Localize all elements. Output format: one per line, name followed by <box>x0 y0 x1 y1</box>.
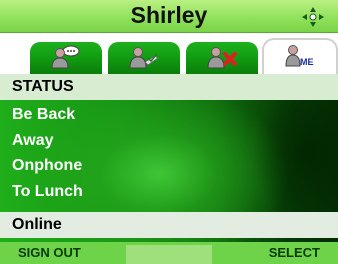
me-profile-icon: ME <box>283 42 317 68</box>
tab-me[interactable]: ME <box>262 38 338 76</box>
tab-block[interactable] <box>184 40 260 76</box>
title-bar: Shirley <box>0 0 338 33</box>
sign-out-button[interactable]: SIGN OUT <box>18 242 81 264</box>
list-header: STATUS <box>0 74 338 100</box>
svg-text:ME: ME <box>300 57 314 67</box>
contacts-chat-icon <box>49 44 83 70</box>
contact-block-icon <box>205 44 239 70</box>
status-item-be-back[interactable]: Be Back <box>0 103 338 127</box>
softkey-bar: SIGN OUT SELECT <box>0 242 338 264</box>
contact-accept-icon <box>127 44 161 70</box>
select-button[interactable]: SELECT <box>269 242 320 264</box>
status-list: STATUS Be Back Away Onphone To Lunch Onl… <box>0 74 338 242</box>
tab-chat[interactable] <box>28 40 104 76</box>
status-item-online[interactable]: Online <box>0 212 338 238</box>
status-item-to-lunch[interactable]: To Lunch <box>0 180 338 204</box>
tab-accept[interactable] <box>106 40 182 76</box>
tab-bar: ME <box>0 34 338 76</box>
status-item-away[interactable]: Away <box>0 129 338 153</box>
page-title: Shirley <box>130 2 208 28</box>
four-way-arrows-icon <box>302 7 324 27</box>
phone-screen: Shirley ME STATUS Be Back Away Onphone T… <box>0 0 338 264</box>
softkey-center-area <box>126 245 212 264</box>
status-item-onphone[interactable]: Onphone <box>0 154 338 178</box>
